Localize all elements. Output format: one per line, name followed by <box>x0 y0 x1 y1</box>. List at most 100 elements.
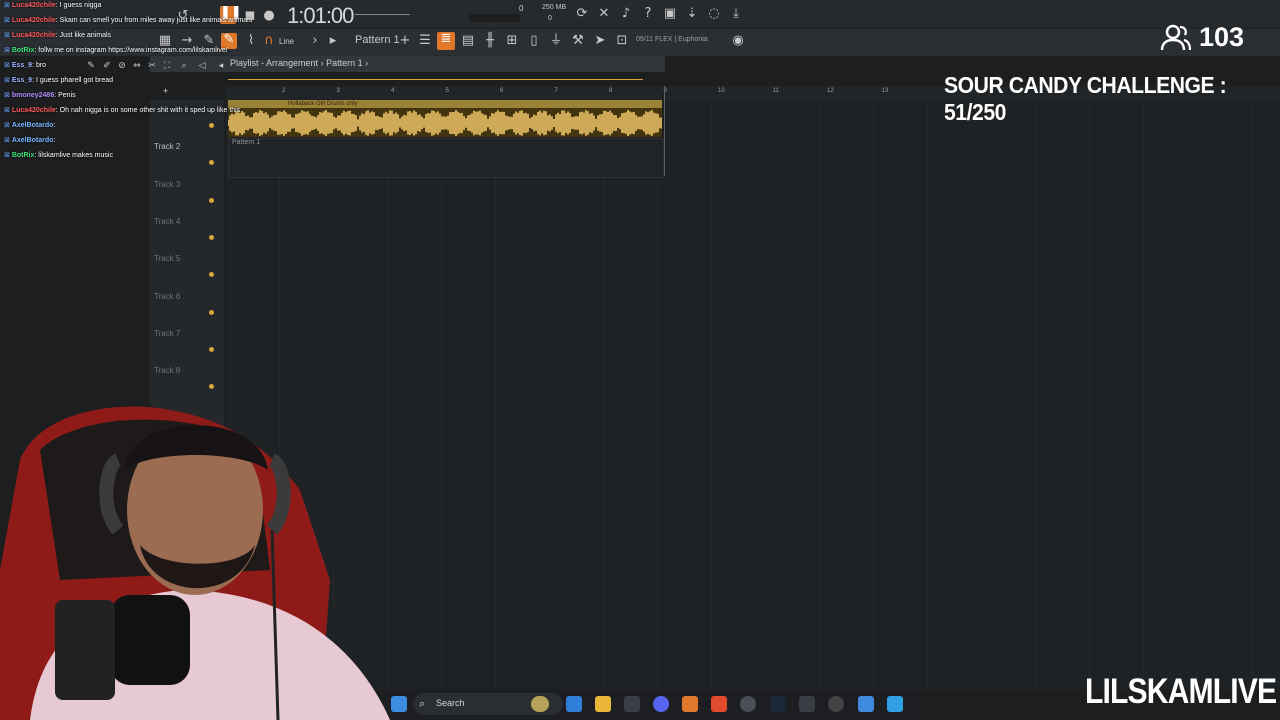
4k-icon[interactable] <box>828 696 844 712</box>
chat-username[interactable]: Ess_9 <box>12 77 32 84</box>
speaker-icon[interactable]: ◁ <box>195 59 209 73</box>
chat-message: ⊠ Luca420chile: Oh nah nigga is on some … <box>4 106 240 114</box>
add-track-icon[interactable]: + <box>163 86 168 96</box>
steam-icon[interactable] <box>770 696 786 712</box>
track-header[interactable]: Track 7 <box>150 324 224 361</box>
track-header[interactable]: Track 4 <box>150 212 224 249</box>
track-mute-led[interactable] <box>209 309 214 315</box>
microphone-icon[interactable]: ♪ <box>619 7 633 21</box>
chat-username[interactable]: bmoney2486 <box>12 92 54 99</box>
track-mute-led[interactable] <box>209 123 214 128</box>
track-mute-led[interactable] <box>209 160 214 166</box>
ruler-tick: 11 <box>772 88 779 94</box>
chat-username[interactable]: AxelBotardo <box>12 137 54 144</box>
search-icon: ⌕ <box>419 697 426 710</box>
chat-username[interactable]: Luca420chile <box>12 107 56 114</box>
send-icon[interactable]: ➤ <box>593 34 607 48</box>
chat-text: : bro <box>32 62 47 69</box>
play-arrow-icon[interactable]: ◂ <box>214 59 228 73</box>
mixer-icon[interactable]: ╫ <box>483 34 497 48</box>
track-mute-led[interactable] <box>209 197 214 203</box>
copilot-icon[interactable] <box>566 696 582 712</box>
notepad-icon[interactable] <box>858 696 874 712</box>
help-icon[interactable]: ? <box>641 7 655 21</box>
browser-icon[interactable]: ▤ <box>461 34 475 48</box>
discord-icon[interactable] <box>653 696 669 712</box>
track-mute-led[interactable] <box>209 234 214 240</box>
chat-icon[interactable]: ◌ <box>707 7 721 21</box>
arrow-right-icon[interactable]: › <box>308 34 322 48</box>
chat-text: : follw me on instagram https://www.inst… <box>34 47 228 54</box>
chat-username[interactable]: BotRix <box>12 47 35 54</box>
cart-icon[interactable]: ⊡ <box>615 34 629 48</box>
track-header[interactable]: Track 6 <box>150 287 224 324</box>
playlist-button[interactable]: ≣ <box>437 32 455 50</box>
save-icon[interactable]: ▣ <box>663 7 677 21</box>
cpu-meter <box>470 14 520 22</box>
plugin-icon[interactable]: ⊞ <box>505 34 519 48</box>
chat-badge-icon: ⊠ <box>4 92 12 99</box>
play-small-icon[interactable]: ▸ <box>326 34 340 48</box>
file-icon[interactable]: ▯ <box>527 34 541 48</box>
track-label: Track 6 <box>154 291 181 301</box>
store-icon[interactable] <box>624 696 640 712</box>
loop-icon[interactable]: ● <box>262 9 276 23</box>
chat-username[interactable]: BotRix <box>12 152 35 159</box>
playhead[interactable] <box>664 86 665 176</box>
breadcrumb-separator-2: › <box>365 58 369 68</box>
plug-icon[interactable]: ⏚ <box>549 34 563 48</box>
refresh-icon[interactable]: ⟳ <box>575 7 589 21</box>
app-icon[interactable] <box>799 696 815 712</box>
chat-username[interactable]: Luca420chile <box>12 2 56 9</box>
pattern-selector[interactable]: Pattern 1 <box>355 34 400 46</box>
chat-username[interactable]: Ess_9 <box>12 62 32 69</box>
add-pattern-icon[interactable]: + <box>398 34 412 48</box>
track-mute-led[interactable] <box>209 346 214 352</box>
cpu-counter: 0 <box>519 4 524 13</box>
track-label: Track 5 <box>154 254 181 264</box>
brave-icon[interactable] <box>711 696 727 712</box>
snap-mode[interactable]: Line <box>279 37 294 46</box>
wrench-icon[interactable]: ⚒ <box>571 34 585 48</box>
challenge-banner: SOUR CANDY CHALLENGE : 51/250 <box>944 72 1227 125</box>
chat-message: ⊠ AxelBotardo: <box>4 121 55 129</box>
widget-icon[interactable] <box>531 696 549 712</box>
fl-studio-icon[interactable] <box>682 696 698 712</box>
select-tool-icon[interactable]: ⛶ <box>160 59 174 73</box>
magnet-icon[interactable]: ∩ <box>262 34 276 48</box>
chat-username[interactable]: Luca420chile <box>12 17 56 24</box>
chat-text: : Just like animals <box>55 32 112 39</box>
globe-icon[interactable]: ◉ <box>731 34 745 48</box>
tools-icon[interactable]: ✕ <box>597 7 611 21</box>
track-header[interactable]: Track 5 <box>150 249 224 286</box>
audio-waveform <box>228 110 662 136</box>
ruler-tick: 12 <box>827 88 834 94</box>
memory-usage: 250 MB <box>542 4 567 11</box>
photos-icon[interactable] <box>887 696 903 712</box>
chat-badge-icon: ⊠ <box>4 47 12 54</box>
download-icon[interactable]: ⤓ <box>729 7 743 21</box>
obs-icon[interactable] <box>740 696 756 712</box>
track-header[interactable]: Track 3 <box>150 175 224 212</box>
ruler-tick: 8 <box>609 88 613 94</box>
chat-message: ⊠ Luca420chile: Skam can smell you from … <box>4 16 252 24</box>
ruler-tick: 3 <box>336 88 340 94</box>
loop-region-marker[interactable] <box>228 79 643 80</box>
track-label: Track 2 <box>154 142 181 152</box>
master-volume-slider[interactable] <box>355 14 410 15</box>
render-icon[interactable]: ⇣ <box>685 7 699 21</box>
breadcrumb-pattern[interactable]: Pattern 1 <box>326 58 363 68</box>
file-explorer-icon[interactable] <box>595 696 611 712</box>
pattern-clip-name: Pattern 1 <box>232 139 261 146</box>
zoom-tool-icon[interactable]: ⌕ <box>177 59 191 73</box>
pattern-clip[interactable] <box>228 138 664 178</box>
chat-text: : I guess nigga <box>55 2 102 9</box>
brush-icon[interactable]: ⌇ <box>244 34 258 48</box>
chat-username[interactable]: AxelBotardo <box>12 122 54 129</box>
channel-rack-icon[interactable]: ☰ <box>418 34 432 48</box>
chat-username[interactable]: Luca420chile <box>12 32 56 39</box>
track-header[interactable]: Track 2 <box>150 137 224 174</box>
start-icon[interactable] <box>391 696 407 712</box>
ruler-tick: 7 <box>554 88 558 94</box>
track-mute-led[interactable] <box>209 272 214 278</box>
